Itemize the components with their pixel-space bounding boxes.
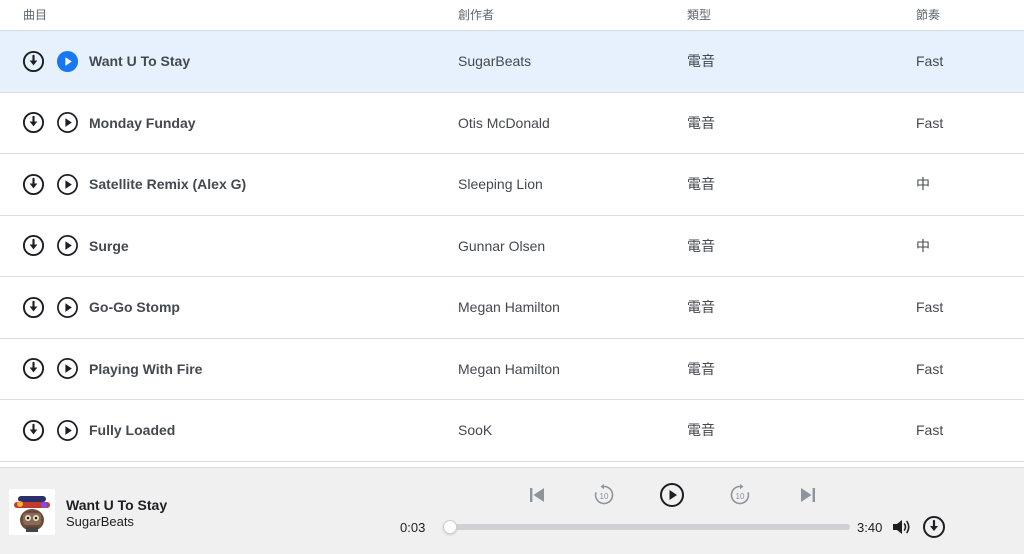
play-circle-icon: [57, 358, 78, 380]
album-art: [9, 489, 55, 535]
download-circle-icon: [22, 358, 45, 380]
play-track-button[interactable]: [56, 111, 79, 134]
download-track-button[interactable]: [22, 173, 45, 196]
track-title: Want U To Stay: [89, 53, 191, 70]
download-current-track-button[interactable]: [921, 514, 947, 540]
track-artist: Gunnar Olsen: [458, 237, 546, 254]
download-circle-icon: [22, 173, 45, 195]
play-circle-icon: [57, 173, 78, 195]
column-header-genre: 類型: [687, 8, 712, 22]
track-table-header: 曲目 創作者 類型 節奏: [0, 0, 1024, 31]
play-track-button[interactable]: [56, 296, 79, 319]
play-track-button[interactable]: [56, 419, 79, 442]
forward-10-icon: 10: [730, 484, 750, 505]
track-row[interactable]: Satellite Remix (Alex G) Sleeping Lion 電音 中: [0, 154, 1024, 216]
skip-next-icon: [801, 488, 815, 502]
download-circle-icon: [22, 112, 45, 134]
track-tempo: 中: [916, 176, 930, 193]
volume-button[interactable]: [888, 514, 914, 540]
download-circle-icon: [22, 296, 45, 318]
play-circle-icon: [57, 112, 78, 134]
download-circle-icon: [923, 516, 945, 538]
track-artist: Megan Hamilton: [458, 360, 560, 377]
column-header-artist: 創作者: [458, 8, 495, 22]
track-tempo: Fast: [916, 360, 944, 377]
track-tempo: Fast: [916, 422, 944, 439]
play-circle-icon: [57, 235, 78, 257]
play-circle-icon: [57, 419, 78, 441]
download-track-button[interactable]: [22, 296, 45, 319]
track-genre: 電音: [687, 422, 715, 439]
elapsed-time: 0:03: [400, 520, 426, 535]
play-track-button[interactable]: [56, 357, 79, 380]
download-track-button[interactable]: [22, 419, 45, 442]
track-title: Fully Loaded: [89, 422, 176, 439]
track-genre: 電音: [687, 299, 715, 316]
download-circle-icon: [22, 419, 45, 441]
skip-previous-icon: [530, 488, 544, 502]
forward-seconds-label: 10: [736, 492, 745, 501]
previous-track-button[interactable]: [524, 482, 550, 508]
rewind-10-icon: 10: [594, 484, 614, 505]
track-tempo: Fast: [916, 299, 944, 316]
track-artist: Megan Hamilton: [458, 299, 560, 316]
progress-handle[interactable]: [442, 520, 457, 534]
track-artist: Otis McDonald: [458, 114, 550, 131]
download-track-button[interactable]: [22, 50, 45, 73]
track-title: Surge: [89, 237, 129, 254]
column-header-title: 曲目: [23, 8, 48, 22]
download-track-button[interactable]: [22, 111, 45, 134]
track-row[interactable]: Playing With Fire Megan Hamilton 電音 Fast: [0, 338, 1024, 400]
track-artist: SugarBeats: [458, 53, 532, 70]
next-track-button[interactable]: [795, 482, 821, 508]
volume-icon: [893, 520, 910, 534]
play-track-button[interactable]: [56, 173, 79, 196]
track-tempo: Fast: [916, 53, 944, 70]
track-list: Want U To Stay SugarBeats 電音 Fast Monday Fun…: [0, 31, 1024, 462]
rewind-10-button[interactable]: 10: [591, 482, 617, 508]
download-circle-icon: [22, 50, 45, 72]
play-track-button[interactable]: [56, 234, 79, 257]
track-row[interactable]: Want U To Stay SugarBeats 電音 Fast: [0, 31, 1024, 93]
track-artist: SooK: [458, 422, 493, 439]
play-circle-icon: [56, 50, 79, 72]
download-circle-icon: [22, 235, 45, 257]
duration-time: 3:40: [857, 520, 883, 535]
track-title: Playing With Fire: [89, 360, 203, 377]
track-genre: 電音: [687, 114, 715, 131]
track-row[interactable]: Surge Gunnar Olsen 電音 中: [0, 215, 1024, 277]
play-pause-button[interactable]: [659, 482, 685, 508]
column-header-tempo: 節奏: [916, 8, 941, 22]
track-tempo: Fast: [916, 114, 944, 131]
track-title: Satellite Remix (Alex G): [89, 176, 247, 193]
track-genre: 電音: [687, 176, 715, 193]
rewind-seconds-label: 10: [600, 492, 609, 501]
track-row[interactable]: Fully Loaded SooK 電音 Fast: [0, 400, 1024, 462]
play-circle-icon: [57, 296, 78, 318]
track-row[interactable]: Monday Funday Otis McDonald 電音 Fast: [0, 92, 1024, 154]
track-title: Monday Funday: [89, 114, 196, 131]
track-genre: 電音: [687, 237, 715, 254]
now-playing-title: Want U To Stay: [66, 497, 168, 513]
progress-bar[interactable]: [442, 520, 850, 534]
track-row[interactable]: Go-Go Stomp Megan Hamilton 電音 Fast: [0, 277, 1024, 339]
download-track-button[interactable]: [22, 357, 45, 380]
track-genre: 電音: [687, 360, 715, 377]
download-track-button[interactable]: [22, 234, 45, 257]
track-title: Go-Go Stomp: [89, 299, 180, 316]
play-track-button[interactable]: [56, 50, 79, 73]
track-tempo: 中: [916, 237, 930, 254]
now-playing-artist: SugarBeats: [66, 514, 134, 529]
audio-player-bar: Want U To Stay SugarBeats 10 10 0:03 3:4…: [0, 467, 1024, 554]
forward-10-button[interactable]: 10: [727, 482, 753, 508]
play-circle-icon: [660, 483, 684, 507]
track-artist: Sleeping Lion: [458, 176, 543, 193]
track-genre: 電音: [687, 53, 715, 70]
